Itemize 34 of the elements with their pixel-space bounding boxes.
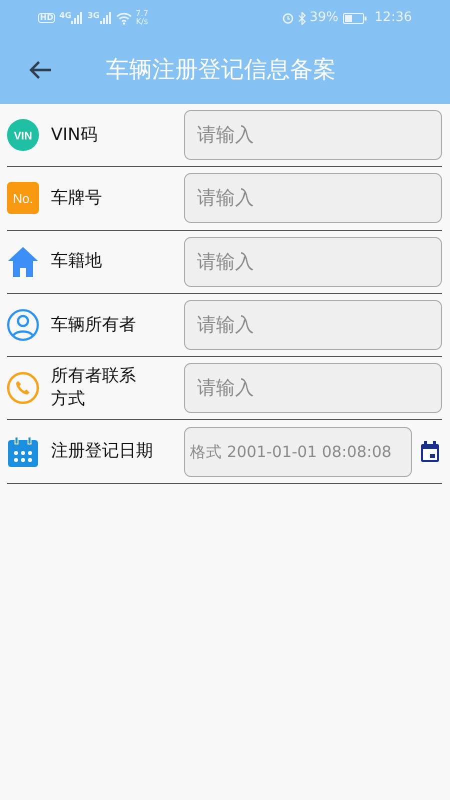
network-type: 4G: [59, 12, 72, 20]
phone-icon: [7, 372, 39, 404]
calendar-button[interactable]: [420, 440, 440, 463]
page-title: 车辆注册登记信息备案: [106, 56, 336, 85]
network-type: 3G: [87, 12, 100, 20]
hd-indicator: HD: [38, 12, 56, 24]
field-label: 车籍地: [51, 250, 102, 274]
input-field[interactable]: 请输入: [184, 110, 442, 160]
wifi-icon: [116, 12, 132, 24]
speed-unit: K/s: [136, 18, 148, 26]
field-label: 注册登记日期: [51, 440, 153, 464]
number-icon: No.: [7, 182, 39, 214]
input-field[interactable]: 请输入: [184, 300, 442, 350]
person-icon: [7, 309, 39, 342]
input-field[interactable]: 请输入: [184, 173, 442, 224]
home-icon: [7, 246, 39, 278]
bluetooth-icon: [298, 12, 306, 24]
field-label: 车辆所有者: [51, 314, 136, 336]
field-label: 车牌号: [51, 186, 102, 210]
date-field[interactable]: 格式 2001-01-01 08:08:08: [184, 426, 412, 477]
vin-icon: VIN: [7, 119, 39, 152]
network-speed: 7.7: [136, 10, 148, 18]
clock: 12:36: [374, 9, 412, 28]
input-field[interactable]: 请输入: [184, 236, 442, 287]
battery-icon: [342, 12, 367, 24]
signal-icon: [71, 12, 84, 24]
calendar-icon: [7, 436, 39, 468]
battery-percent: 39%: [310, 9, 339, 28]
input-field[interactable]: 请输入: [184, 363, 442, 414]
field-label: VIN码: [51, 124, 98, 147]
alarm-icon: [282, 12, 294, 24]
field-label: 所有者联系方式: [51, 365, 137, 412]
signal-icon: [100, 12, 112, 24]
back-button[interactable]: [28, 60, 52, 80]
